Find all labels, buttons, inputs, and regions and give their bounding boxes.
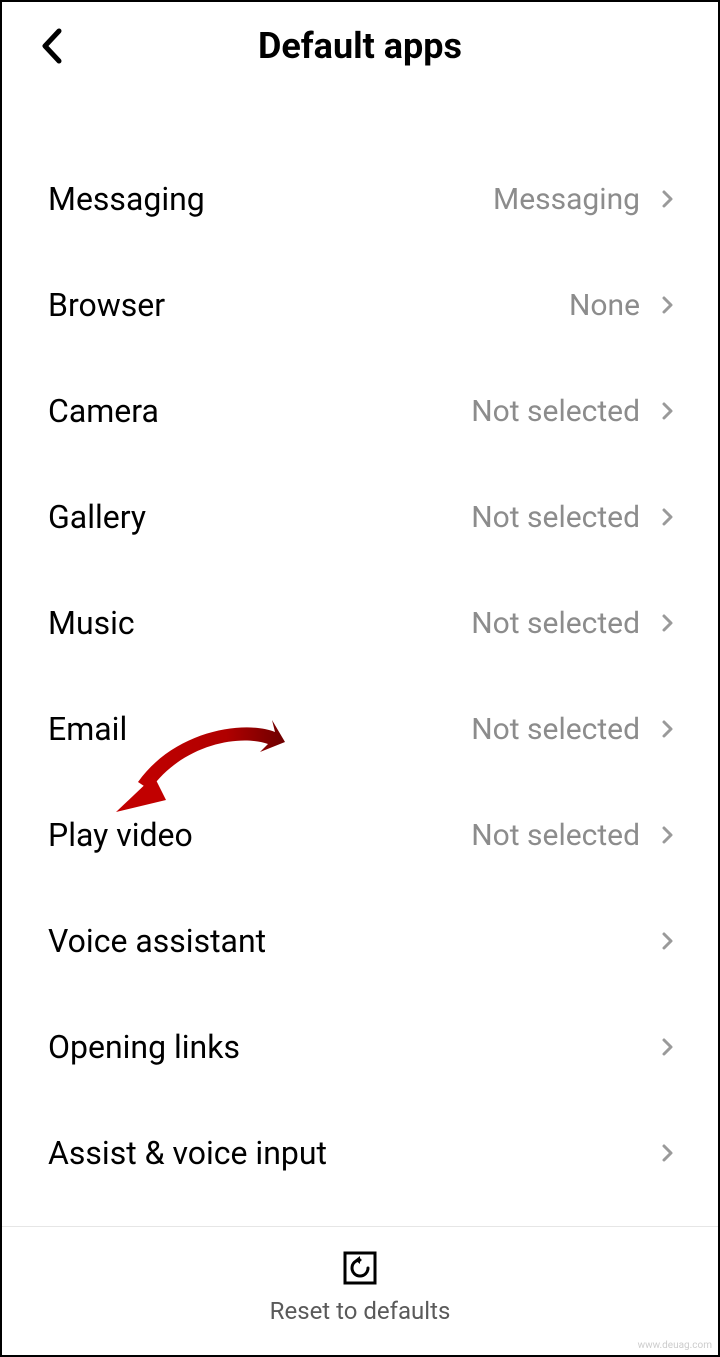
row-gallery[interactable]: Gallery Not selected xyxy=(2,464,718,570)
row-label: Opening links xyxy=(48,1028,640,1066)
row-camera[interactable]: Camera Not selected xyxy=(2,358,718,464)
row-assist-voice-input[interactable]: Assist & voice input xyxy=(2,1100,718,1206)
row-label: Camera xyxy=(48,392,471,430)
row-label: Voice assistant xyxy=(48,922,640,960)
back-button[interactable] xyxy=(32,26,72,66)
row-email[interactable]: Email Not selected xyxy=(2,676,718,782)
row-browser[interactable]: Browser None xyxy=(2,252,718,358)
chevron-right-icon xyxy=(658,1143,678,1163)
row-play-video[interactable]: Play video Not selected xyxy=(2,782,718,888)
reset-to-defaults-button[interactable]: Reset to defaults xyxy=(2,1226,718,1355)
chevron-right-icon xyxy=(658,401,678,421)
chevron-right-icon xyxy=(658,613,678,633)
row-label: Music xyxy=(48,604,471,642)
row-label: Email xyxy=(48,710,471,748)
row-value: Messaging xyxy=(493,182,640,217)
watermark: www.deuag.com xyxy=(638,1340,712,1351)
chevron-right-icon xyxy=(658,825,678,845)
row-value: None xyxy=(569,288,640,323)
row-music[interactable]: Music Not selected xyxy=(2,570,718,676)
chevron-right-icon xyxy=(658,189,678,209)
back-icon xyxy=(39,27,65,65)
row-value: Not selected xyxy=(471,712,640,747)
chevron-right-icon xyxy=(658,507,678,527)
row-opening-links[interactable]: Opening links xyxy=(2,994,718,1100)
row-label: Browser xyxy=(48,286,569,324)
settings-list: Messaging Messaging Browser None Camera … xyxy=(2,86,718,1226)
row-label: Play video xyxy=(48,816,471,854)
row-value: Not selected xyxy=(471,394,640,429)
row-value: Not selected xyxy=(471,818,640,853)
chevron-right-icon xyxy=(658,1037,678,1057)
row-voice-assistant[interactable]: Voice assistant xyxy=(2,888,718,994)
row-label: Messaging xyxy=(48,180,493,218)
header: Default apps xyxy=(2,2,718,86)
row-value: Not selected xyxy=(471,606,640,641)
page-title: Default apps xyxy=(258,25,462,67)
chevron-right-icon xyxy=(658,719,678,739)
reset-icon xyxy=(341,1249,379,1287)
row-value: Not selected xyxy=(471,500,640,535)
reset-label: Reset to defaults xyxy=(270,1297,451,1325)
row-label: Gallery xyxy=(48,498,471,536)
chevron-right-icon xyxy=(658,295,678,315)
row-label: Assist & voice input xyxy=(48,1134,640,1172)
row-messaging[interactable]: Messaging Messaging xyxy=(2,146,718,252)
chevron-right-icon xyxy=(658,931,678,951)
